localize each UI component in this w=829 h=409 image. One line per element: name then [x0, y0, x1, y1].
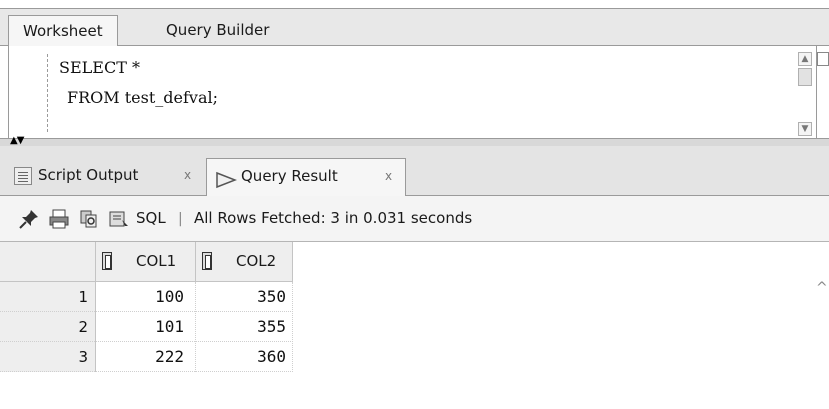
scroll-thumb[interactable]: [798, 68, 812, 86]
toolbar-separator: |: [178, 211, 183, 227]
tab-worksheet[interactable]: Worksheet: [8, 15, 118, 48]
sql-line-2[interactable]: FROM test_defval;: [67, 88, 218, 107]
column-title-col1: COL1: [136, 252, 177, 270]
script-output-icon: [14, 167, 32, 185]
result-toolbar: SQL | All Rows Fetched: 3 in 0.031 secon…: [0, 196, 829, 242]
result-grid[interactable]: COL1 COL2 1 100 350 2 101 355 3 222 360 …: [0, 242, 829, 409]
tab-query-builder[interactable]: Query Builder: [152, 15, 283, 47]
sql-editor[interactable]: SELECT * FROM test_defval; ▲ ▼: [8, 46, 817, 138]
pane-splitter[interactable]: ▲▼: [0, 135, 829, 146]
row-number-header[interactable]: [0, 242, 96, 282]
splitter-arrows-icon[interactable]: ▲▼: [10, 135, 24, 146]
output-tab-strip: Script Output x Query Result x: [0, 146, 829, 197]
table-row[interactable]: 1 100 350: [0, 282, 293, 312]
row-number: 3: [78, 348, 88, 366]
cell-col2[interactable]: 350: [196, 282, 290, 312]
scroll-down-icon[interactable]: ▼: [798, 122, 812, 136]
row-number: 1: [78, 288, 88, 306]
column-header-col1[interactable]: COL1: [96, 242, 196, 282]
close-query-result-icon[interactable]: x: [385, 159, 392, 193]
sql-icon[interactable]: [108, 208, 128, 228]
tab-script-output[interactable]: Script Output x: [8, 158, 204, 196]
grid-header: COL1 COL2: [0, 242, 293, 282]
pin-icon[interactable]: [18, 208, 38, 229]
print-icon[interactable]: [48, 208, 69, 229]
code-fold-guide: [47, 54, 48, 132]
column-title-col2: COL2: [236, 252, 277, 270]
close-script-output-icon[interactable]: x: [184, 158, 191, 192]
table-row[interactable]: 2 101 355: [0, 312, 293, 342]
tab-script-output-label: Script Output: [38, 166, 139, 184]
column-header-pin-icon[interactable]: [202, 252, 212, 270]
fetch-status: All Rows Fetched: 3 in 0.031 seconds: [194, 209, 473, 227]
grid-scroll-up-icon[interactable]: ^: [816, 280, 828, 296]
table-row[interactable]: 3 222 360: [0, 342, 293, 372]
editor-corner-box: [817, 52, 829, 66]
cell-col2[interactable]: 360: [196, 342, 290, 372]
tab-query-result[interactable]: Query Result x: [206, 158, 406, 197]
row-number: 2: [78, 318, 88, 336]
scroll-up-icon[interactable]: ▲: [798, 52, 812, 66]
cell-col1[interactable]: 222: [96, 342, 190, 372]
refresh-query-icon[interactable]: [78, 208, 98, 228]
sql-line-1[interactable]: SELECT *: [59, 58, 140, 77]
cell-col2[interactable]: 355: [196, 312, 290, 342]
tab-query-result-label: Query Result: [241, 167, 338, 185]
sql-button[interactable]: SQL: [136, 209, 166, 227]
editor-scrollbar[interactable]: ▲ ▼: [798, 52, 812, 136]
editor-gutter: [9, 46, 39, 138]
column-header-col2[interactable]: COL2: [196, 242, 293, 282]
column-header-pin-icon[interactable]: [102, 252, 112, 270]
cell-col1[interactable]: 100: [96, 282, 190, 312]
worksheet-tab-strip: Worksheet Query Builder: [0, 8, 829, 48]
cell-col1[interactable]: 101: [96, 312, 190, 342]
